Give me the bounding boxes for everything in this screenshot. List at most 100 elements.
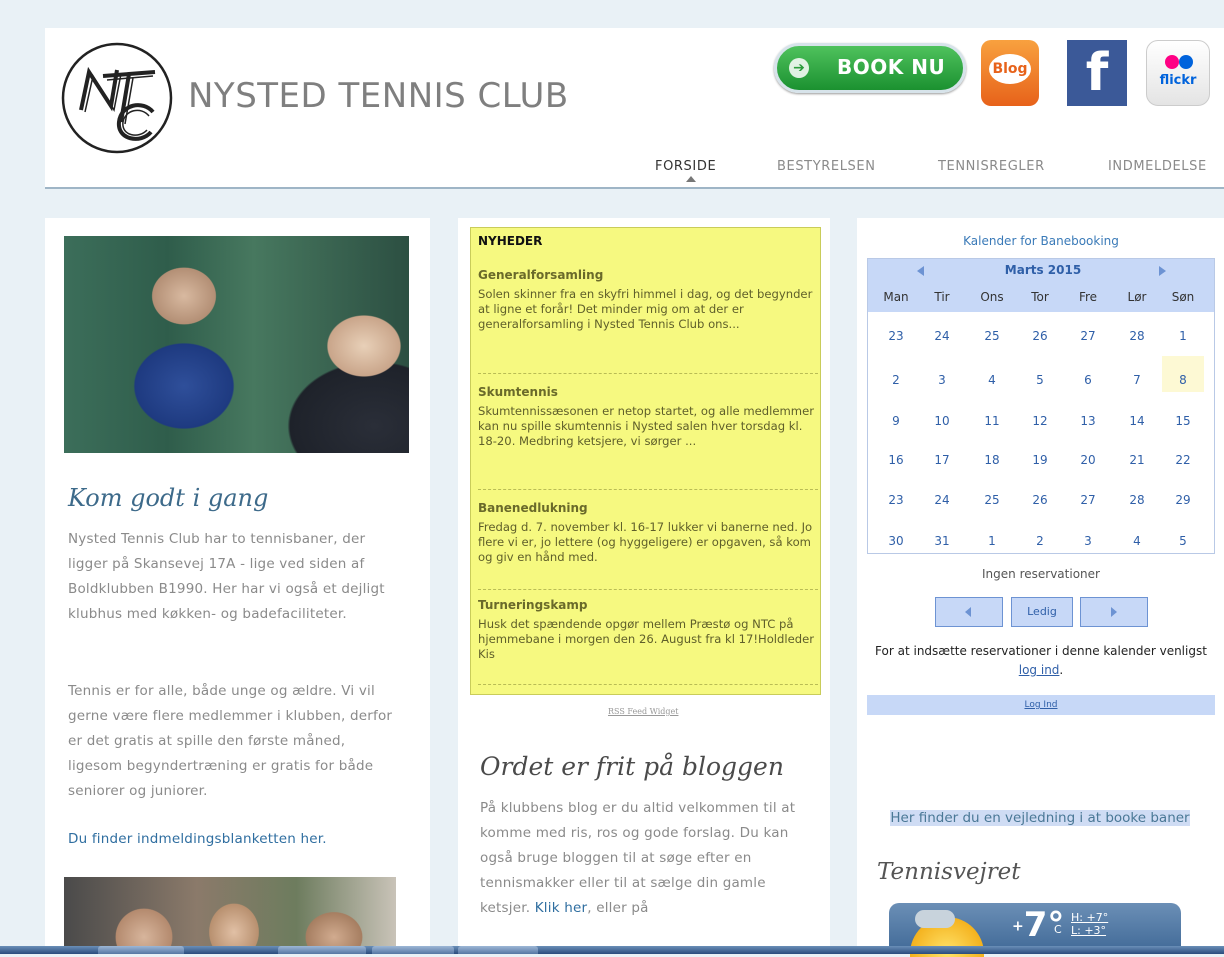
news-item-title[interactable]: Generalforsamling bbox=[478, 268, 603, 282]
calendar-day[interactable]: 26 bbox=[1020, 493, 1060, 507]
calendar-day[interactable]: 28 bbox=[1117, 493, 1157, 507]
arrow-left-icon bbox=[965, 607, 971, 617]
low-temp: L: +3° bbox=[1071, 924, 1107, 937]
next-month-icon[interactable] bbox=[1159, 266, 1166, 276]
news-item-text: Skumtennissæsonen er netop startet, og a… bbox=[478, 404, 814, 448]
calendar-day[interactable]: 11 bbox=[972, 414, 1012, 428]
calendar-day[interactable]: 27 bbox=[1068, 493, 1108, 507]
news-item-title[interactable]: Banenedlukning bbox=[478, 501, 588, 515]
calendar-day[interactable]: 5 bbox=[1163, 534, 1203, 548]
calendar-day[interactable]: 2 bbox=[876, 373, 916, 387]
calendar-day[interactable]: 20 bbox=[1068, 453, 1108, 467]
calendar-day[interactable]: 30 bbox=[876, 534, 916, 548]
calendar-day[interactable]: 10 bbox=[922, 414, 962, 428]
calendar-day[interactable]: 15 bbox=[1163, 414, 1203, 428]
flickr-icon bbox=[1165, 55, 1179, 69]
calendar-day[interactable]: 8 bbox=[1163, 373, 1203, 387]
active-caret-icon bbox=[686, 176, 696, 182]
blog-text-after: , eller på bbox=[587, 900, 649, 916]
ledig-button[interactable]: Ledig bbox=[1011, 597, 1073, 627]
weekday-label: Ons bbox=[980, 290, 1004, 304]
note-text-end: . bbox=[1059, 663, 1064, 677]
calendar-day[interactable]: 28 bbox=[1117, 329, 1157, 343]
news-divider bbox=[478, 589, 818, 590]
book-now-label: BOOK NU bbox=[837, 55, 946, 79]
calendar-day[interactable]: 23 bbox=[876, 493, 916, 507]
temperature-sign: + bbox=[1012, 918, 1024, 935]
rss-feed-link[interactable]: RSS Feed Widget bbox=[608, 707, 678, 716]
calendar-day[interactable]: 22 bbox=[1163, 453, 1203, 467]
calendar-day[interactable]: 2 bbox=[1020, 534, 1060, 548]
calendar-day[interactable]: 4 bbox=[972, 373, 1012, 387]
calendar-day[interactable]: 18 bbox=[972, 453, 1012, 467]
taskbar-tab[interactable] bbox=[458, 946, 538, 954]
calendar-day[interactable]: 24 bbox=[922, 329, 962, 343]
flickr-button[interactable]: flickr bbox=[1146, 40, 1210, 106]
news-item-title[interactable]: Skumtennis bbox=[478, 385, 558, 399]
next-day-button[interactable] bbox=[1080, 597, 1148, 627]
calendar-day[interactable]: 1 bbox=[972, 534, 1012, 548]
blog-button[interactable]: Blog bbox=[981, 40, 1039, 106]
taskbar-tab[interactable] bbox=[372, 946, 454, 954]
prev-day-button[interactable] bbox=[935, 597, 1003, 627]
calendar-day[interactable]: 21 bbox=[1117, 453, 1157, 467]
weekday-label: Lør bbox=[1127, 290, 1147, 304]
nav-bestyrelsen[interactable]: BESTYRELSEN bbox=[777, 159, 876, 174]
login-link[interactable]: Log Ind bbox=[867, 695, 1215, 715]
calendar-day[interactable]: 6 bbox=[1068, 373, 1108, 387]
news-divider bbox=[478, 373, 818, 374]
kom-godt-title: Kom godt i gang bbox=[68, 484, 269, 512]
calendar-day[interactable]: 13 bbox=[1068, 414, 1108, 428]
calendar-day[interactable]: 5 bbox=[1020, 373, 1060, 387]
book-now-button[interactable]: ➔ BOOK NU bbox=[774, 43, 966, 93]
calendar-day[interactable]: 3 bbox=[922, 373, 962, 387]
calendar-day[interactable]: 1 bbox=[1163, 329, 1203, 343]
taskbar-tab[interactable] bbox=[278, 946, 366, 954]
facebook-icon[interactable]: f bbox=[1067, 40, 1127, 106]
calendar-day[interactable]: 7 bbox=[1117, 373, 1157, 387]
calendar-day[interactable]: 9 bbox=[876, 414, 916, 428]
calendar-day[interactable]: 4 bbox=[1117, 534, 1157, 548]
site-title: NYSTED TENNIS CLUB bbox=[188, 76, 569, 116]
weather-title: Tennisvejret bbox=[877, 859, 1021, 885]
nav-indmeldelse[interactable]: INDMELDELSE bbox=[1108, 159, 1207, 174]
news-divider bbox=[478, 489, 818, 490]
intro-paragraph-1: Nysted Tennis Club har to tennisbaner, d… bbox=[68, 531, 385, 622]
booking-guide-link[interactable]: Her finder du en vejledning i at booke b… bbox=[872, 808, 1208, 828]
news-item-title[interactable]: Turneringskamp bbox=[478, 598, 588, 612]
no-reservations-text: Ingen reservationer bbox=[982, 567, 1100, 581]
arrow-right-icon: ➔ bbox=[789, 58, 809, 78]
calendar-day[interactable]: 26 bbox=[1020, 329, 1060, 343]
membership-form-link[interactable]: Du finder indmeldingsblanketten her. bbox=[68, 831, 327, 847]
prev-month-icon[interactable] bbox=[917, 266, 924, 276]
calendar-day[interactable]: 23 bbox=[876, 329, 916, 343]
calendar-day[interactable]: 25 bbox=[972, 329, 1012, 343]
calendar-day[interactable]: 24 bbox=[922, 493, 962, 507]
calendar-day[interactable]: 31 bbox=[922, 534, 962, 548]
calendar-day[interactable]: 14 bbox=[1117, 414, 1157, 428]
ntc-logo[interactable] bbox=[59, 40, 175, 156]
taskbar-tab[interactable] bbox=[98, 946, 184, 954]
note-login-link[interactable]: log ind bbox=[1019, 663, 1060, 677]
calendar-day[interactable]: 17 bbox=[922, 453, 962, 467]
calendar-day[interactable]: 3 bbox=[1068, 534, 1108, 548]
high-low: H: +7° L: +3° bbox=[1071, 911, 1108, 937]
calendar-day[interactable]: 19 bbox=[1020, 453, 1060, 467]
calendar-day[interactable]: 29 bbox=[1163, 493, 1203, 507]
cloud-icon bbox=[915, 910, 955, 928]
blog-icon: Blog bbox=[989, 54, 1031, 84]
calendar-day[interactable]: 12 bbox=[1020, 414, 1060, 428]
calendar-month: Marts 2015 bbox=[1004, 263, 1082, 277]
flickr-dot bbox=[1179, 55, 1193, 69]
nav-forside[interactable]: FORSIDE bbox=[655, 159, 716, 174]
calendar-day[interactable]: 25 bbox=[972, 493, 1012, 507]
weekday-label: Man bbox=[883, 290, 909, 304]
blog-link[interactable]: Klik her bbox=[535, 900, 587, 916]
blog-paragraph: På klubbens blog er du altid velkommen t… bbox=[480, 796, 820, 921]
calendar-day[interactable]: 16 bbox=[876, 453, 916, 467]
booking-guide-text: Her finder du en vejledning i at booke b… bbox=[890, 810, 1190, 826]
site-header: NYSTED TENNIS CLUB ➔ BOOK NU Blog f flic… bbox=[45, 28, 1224, 189]
news-divider bbox=[478, 684, 818, 685]
calendar-day[interactable]: 27 bbox=[1068, 329, 1108, 343]
nav-tennisregler[interactable]: TENNISREGLER bbox=[938, 159, 1045, 174]
